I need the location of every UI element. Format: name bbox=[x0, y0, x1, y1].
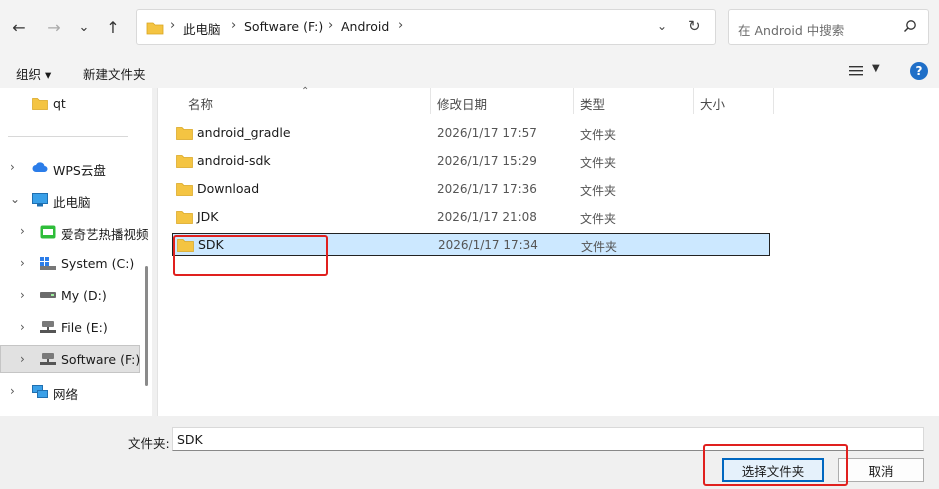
folder-icon bbox=[32, 98, 48, 110]
search-icon[interactable] bbox=[903, 19, 917, 33]
chevron-down-icon[interactable]: ⌄ bbox=[10, 192, 20, 206]
file-modified: 2026/1/17 17:36 bbox=[437, 182, 537, 196]
chevron-right-icon[interactable]: › bbox=[20, 320, 25, 334]
file-name: JDK bbox=[197, 209, 219, 224]
chevron-right-icon: › bbox=[398, 18, 404, 33]
address-bar[interactable]: › 此电脑 › Software (F:) › Android › ⌄ ↻ bbox=[136, 9, 716, 45]
sort-ascending-icon: ⌃ bbox=[301, 86, 310, 97]
nav-item-label: My (D:) bbox=[61, 288, 107, 303]
folder-icon bbox=[176, 183, 193, 196]
folder-label: 文件夹: bbox=[128, 436, 170, 451]
nav-item-system-c[interactable]: › System (C:) bbox=[0, 250, 140, 278]
nav-item-my-d[interactable]: › My (D:) bbox=[0, 282, 140, 310]
folder-icon bbox=[176, 155, 193, 168]
nav-item-qt[interactable]: qt bbox=[0, 90, 140, 118]
system-drive-icon bbox=[40, 257, 56, 270]
cancel-button[interactable]: 取消 bbox=[838, 458, 924, 482]
help-icon[interactable]: ? bbox=[910, 62, 928, 80]
cloud-icon bbox=[32, 162, 48, 172]
search-input[interactable]: 在 Android 中搜索 bbox=[728, 9, 929, 45]
chevron-right-icon: › bbox=[328, 18, 334, 33]
nav-item-label: File (E:) bbox=[61, 320, 108, 335]
command-toolbar: 组织 ▾ 新建文件夹 ▼ ? bbox=[0, 54, 939, 88]
folder-icon bbox=[176, 211, 193, 224]
column-header-size[interactable]: 大小 bbox=[700, 88, 725, 118]
nav-item-label: 网络 bbox=[53, 387, 79, 402]
view-options-dropdown[interactable]: ▼ bbox=[872, 63, 880, 74]
nav-item-software-f[interactable]: › Software (F:) bbox=[0, 345, 140, 373]
file-name: Download bbox=[197, 181, 260, 196]
drive-icon bbox=[40, 292, 56, 298]
column-separator[interactable] bbox=[693, 88, 694, 114]
network-drive-icon bbox=[40, 321, 56, 333]
chevron-down-icon[interactable]: ⌄ bbox=[657, 19, 667, 33]
search-placeholder: 在 Android 中搜索 bbox=[738, 23, 845, 38]
nav-item-network[interactable]: › 网络 bbox=[0, 378, 140, 406]
file-type: 文件夹 bbox=[581, 240, 618, 254]
nav-scrollbar[interactable] bbox=[145, 266, 148, 386]
nav-item-label: qt bbox=[53, 96, 66, 111]
nav-item-iqiyi[interactable]: › 爱奇艺热播视频 bbox=[0, 218, 149, 246]
file-type: 文件夹 bbox=[580, 128, 617, 142]
column-separator[interactable] bbox=[430, 88, 431, 114]
breadcrumb-android[interactable]: Android bbox=[341, 19, 389, 34]
nav-item-label: 爱奇艺热播视频 bbox=[61, 227, 149, 242]
file-modified: 2026/1/17 17:57 bbox=[437, 126, 537, 140]
file-row-android-gradle[interactable]: android_gradle 2026/1/17 17:57 文件夹 bbox=[172, 122, 770, 145]
nav-item-file-e[interactable]: › File (E:) bbox=[0, 314, 140, 342]
file-row-download[interactable]: Download 2026/1/17 17:36 文件夹 bbox=[172, 178, 770, 201]
column-header-name[interactable]: 名称 bbox=[188, 88, 213, 118]
pc-icon bbox=[32, 193, 48, 207]
nav-item-label: Software (F:) bbox=[61, 352, 141, 367]
breadcrumb-software-drive[interactable]: Software (F:) bbox=[244, 19, 323, 34]
column-header-modified[interactable]: 修改日期 bbox=[437, 88, 487, 118]
nav-divider bbox=[8, 136, 128, 137]
iqiyi-icon bbox=[40, 225, 56, 239]
network-drive-icon bbox=[40, 353, 56, 365]
chevron-right-icon[interactable]: › bbox=[20, 256, 25, 270]
column-separator[interactable] bbox=[573, 88, 574, 114]
nav-item-label: WPS云盘 bbox=[53, 163, 106, 178]
file-row-jdk[interactable]: JDK 2026/1/17 21:08 文件夹 bbox=[172, 206, 770, 229]
file-name: android-sdk bbox=[197, 153, 271, 168]
new-folder-button[interactable]: 新建文件夹 bbox=[83, 64, 146, 83]
nav-item-label: System (C:) bbox=[61, 256, 135, 271]
network-icon bbox=[32, 385, 48, 398]
chevron-right-icon[interactable]: › bbox=[10, 384, 15, 398]
file-type: 文件夹 bbox=[580, 212, 617, 226]
organize-button[interactable]: 组织 ▾ bbox=[16, 64, 51, 83]
column-separator[interactable] bbox=[773, 88, 774, 114]
recent-locations-button[interactable]: ⌄ bbox=[73, 15, 95, 39]
chevron-right-icon[interactable]: › bbox=[20, 224, 25, 238]
back-button[interactable]: ← bbox=[8, 15, 30, 39]
address-row: ← → ⌄ ↑ › 此电脑 › Software (F:) › Android … bbox=[0, 0, 939, 54]
breadcrumb-this-pc[interactable]: 此电脑 bbox=[183, 19, 221, 38]
up-button[interactable]: ↑ bbox=[102, 15, 124, 39]
navigation-pane: qt › WPS云盘 ⌄ 此电脑 › 爱奇艺热播视频 › System (C:)… bbox=[0, 88, 152, 416]
view-list-icon[interactable] bbox=[849, 65, 863, 77]
file-type: 文件夹 bbox=[580, 184, 617, 198]
chevron-right-icon[interactable]: › bbox=[20, 352, 25, 366]
chevron-right-icon[interactable]: › bbox=[10, 160, 15, 174]
nav-item-this-pc[interactable]: ⌄ 此电脑 bbox=[0, 186, 140, 214]
folder-icon bbox=[146, 22, 164, 35]
nav-item-wps-cloud[interactable]: › WPS云盘 bbox=[0, 154, 140, 182]
refresh-icon[interactable]: ↻ bbox=[688, 17, 701, 35]
file-modified: 2026/1/17 15:29 bbox=[437, 154, 537, 168]
chevron-right-icon: › bbox=[170, 18, 176, 33]
chevron-right-icon[interactable]: › bbox=[20, 288, 25, 302]
chevron-right-icon: › bbox=[231, 18, 237, 33]
file-modified: 2026/1/17 17:34 bbox=[438, 238, 538, 252]
file-row-android-sdk[interactable]: android-sdk 2026/1/17 15:29 文件夹 bbox=[172, 150, 770, 173]
nav-item-label: 此电脑 bbox=[53, 195, 91, 210]
file-modified: 2026/1/17 21:08 bbox=[437, 210, 537, 224]
highlight-box-select bbox=[703, 444, 848, 486]
file-type: 文件夹 bbox=[580, 156, 617, 170]
highlight-box-sdk bbox=[173, 235, 328, 276]
folder-icon bbox=[176, 127, 193, 140]
file-name: android_gradle bbox=[197, 125, 291, 140]
column-header-type[interactable]: 类型 bbox=[580, 88, 605, 118]
forward-button[interactable]: → bbox=[43, 15, 65, 39]
